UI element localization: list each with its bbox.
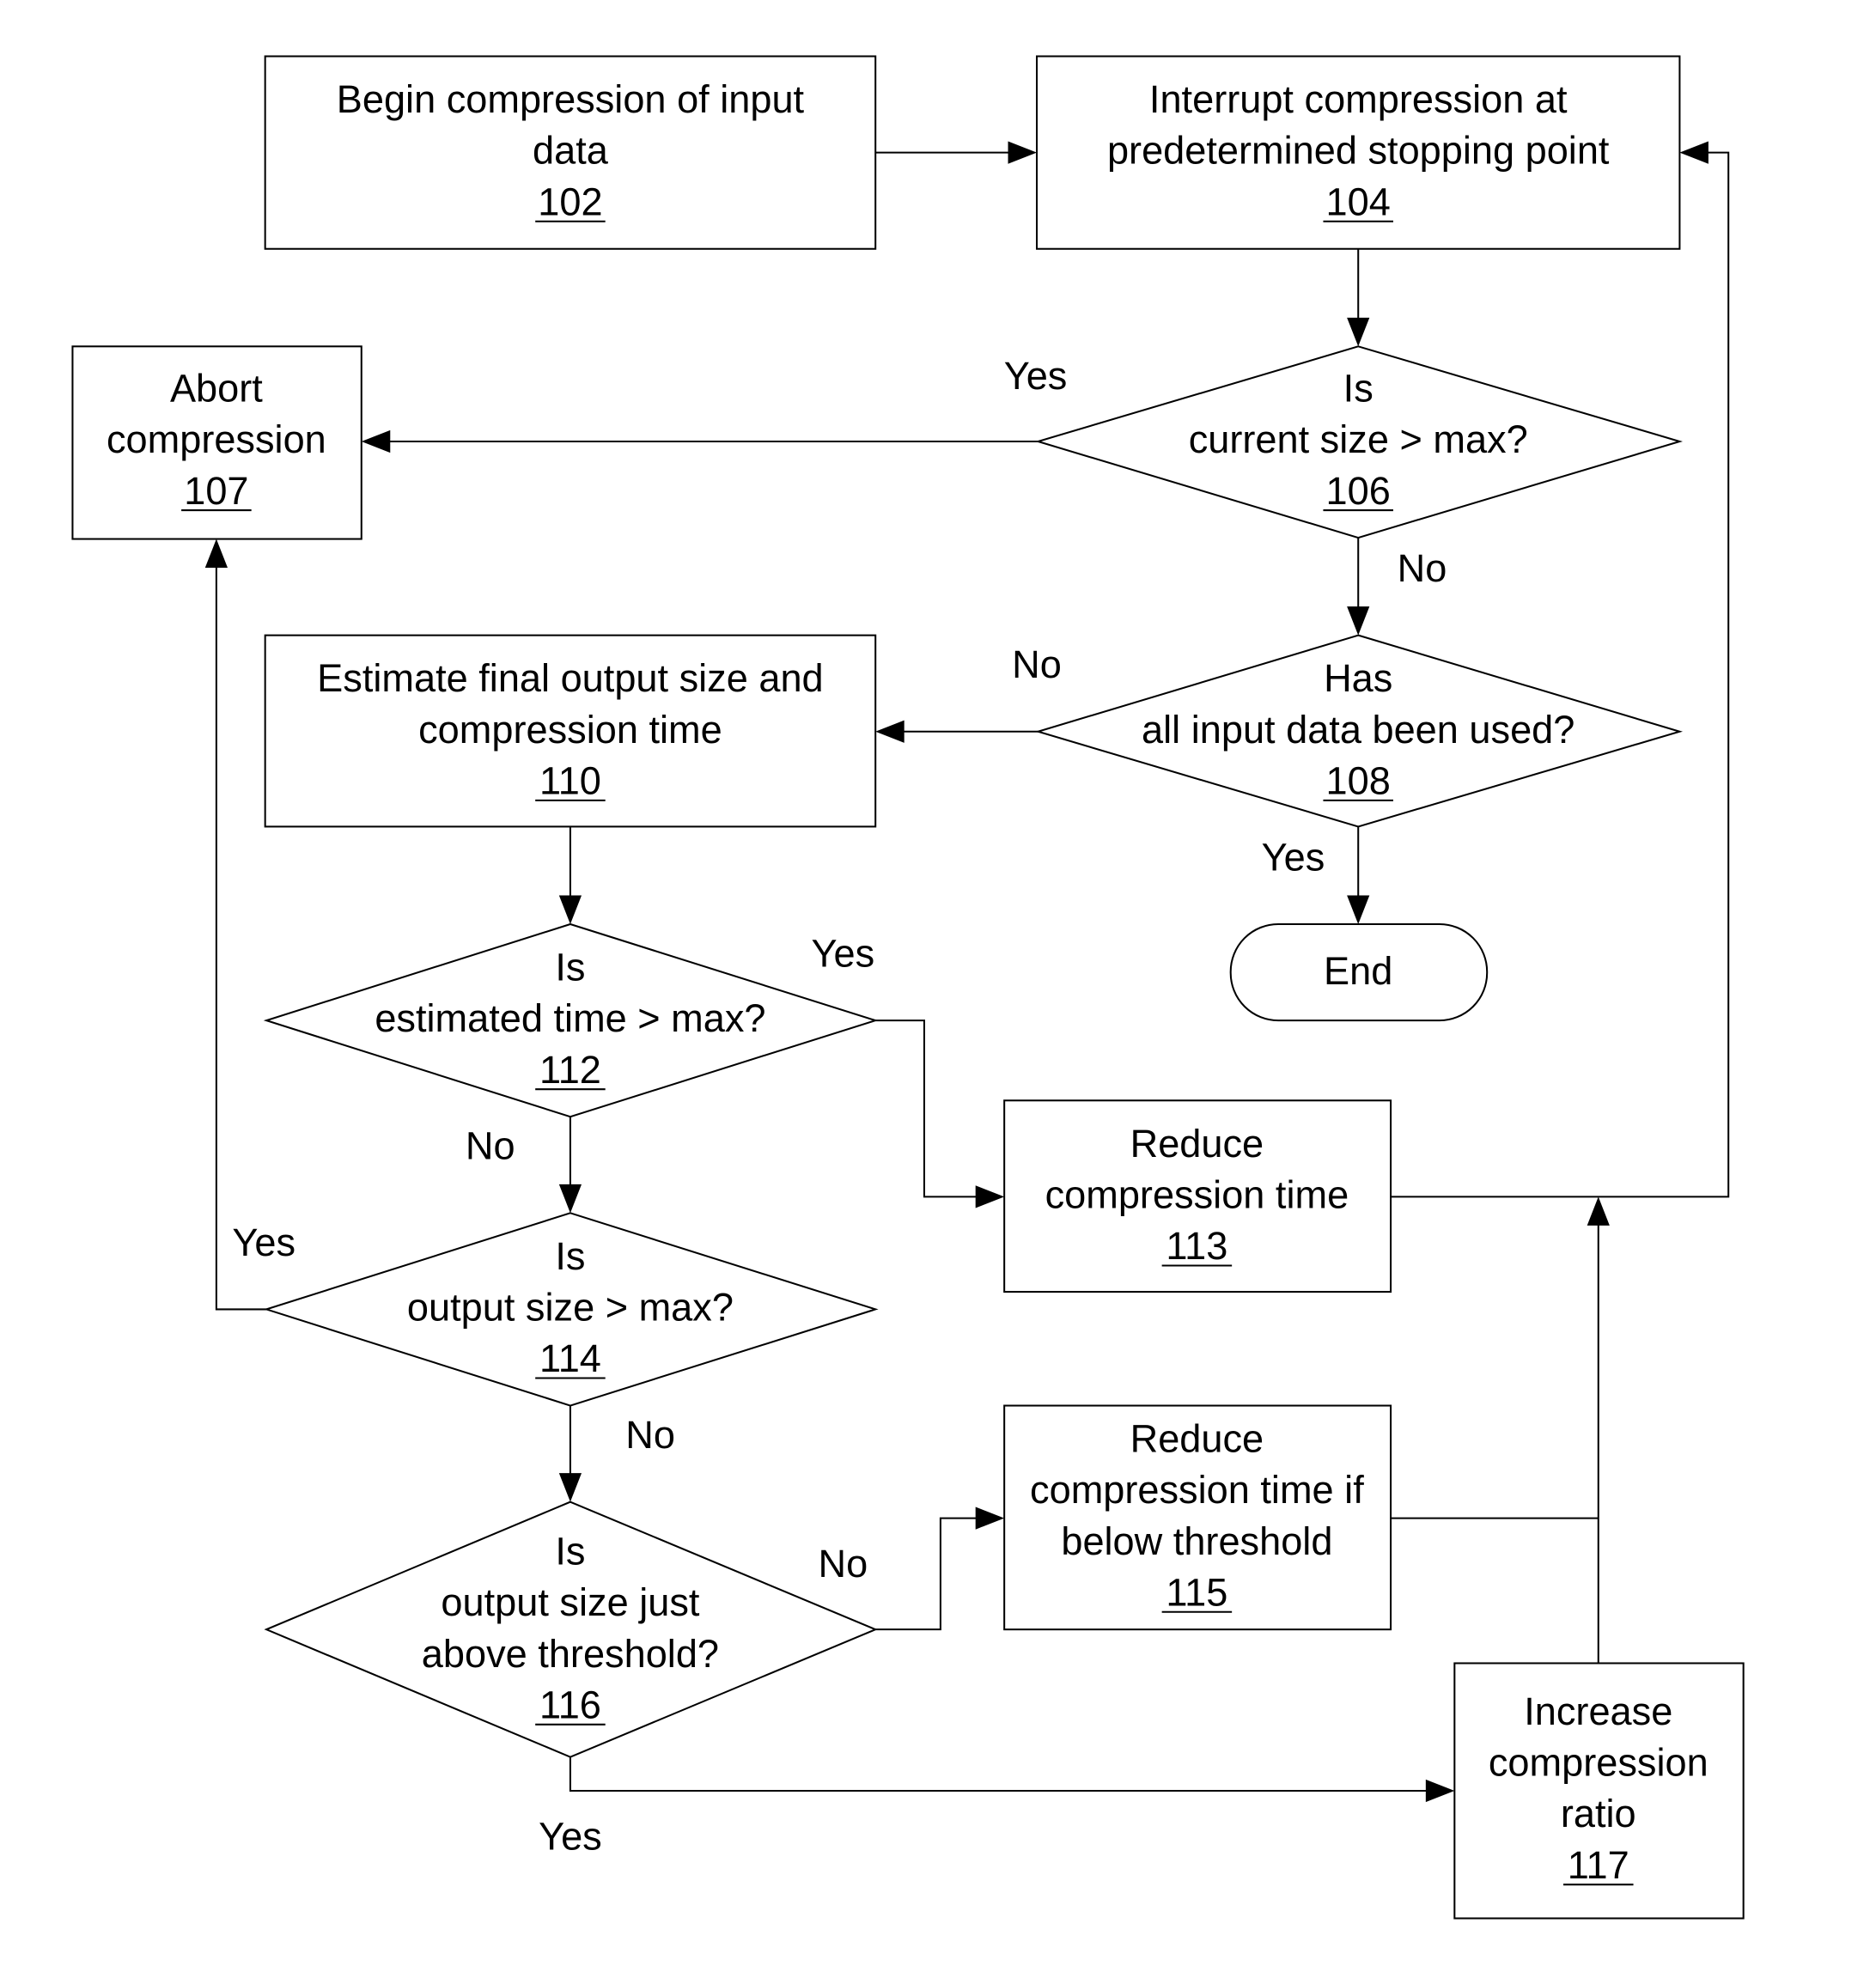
node-106-line-1: Is — [1343, 366, 1374, 410]
edge-label-106-yes: Yes — [1004, 354, 1068, 398]
node-104: Interrupt compression at predetermined s… — [1036, 55, 1681, 250]
arrowhead-107-right — [361, 429, 391, 453]
node-108-line-2: all input data been used? — [1142, 708, 1574, 752]
node-113: Reduce compression time 113 — [1003, 1099, 1392, 1293]
arrowhead-104-right — [1679, 141, 1708, 164]
arrowhead-end-top — [1347, 895, 1370, 924]
node-115-line-1: Reduce — [1130, 1416, 1264, 1460]
node-108-line-1: Has — [1324, 656, 1392, 700]
node-end: End — [1229, 922, 1489, 1022]
arrowhead-107-bottom — [204, 539, 228, 569]
node-102-line-2: data — [533, 129, 609, 173]
node-114-line-1: Is — [555, 1234, 585, 1278]
node-102-ref: 102 — [538, 180, 602, 223]
node-117-line-1: Increase — [1524, 1689, 1672, 1733]
node-115-line-3: below threshold — [1061, 1519, 1332, 1563]
node-112-line-1: Is — [555, 946, 585, 989]
node-117-line-3: ratio — [1561, 1792, 1636, 1835]
node-116-line-2: output size just — [441, 1580, 699, 1624]
node-113-line-1: Reduce — [1130, 1122, 1264, 1166]
edge-114-107 — [215, 556, 267, 1311]
node-115: Reduce compression time if below thresho… — [1003, 1404, 1392, 1631]
arrowhead-108-top — [1347, 606, 1370, 636]
node-104-ref: 104 — [1326, 180, 1391, 223]
arrowhead-113-left — [975, 1185, 1005, 1208]
node-108: Has all input data been used? 108 — [1034, 634, 1683, 828]
node-106-line-2: current size > max? — [1189, 417, 1528, 461]
node-110: Estimate final output size and compressi… — [264, 634, 877, 828]
node-115-ref: 115 — [1166, 1571, 1227, 1615]
node-116: Is output size just above threshold? 116 — [264, 1500, 878, 1758]
node-117-line-2: compression — [1489, 1741, 1708, 1785]
node-115-line-2: compression time if — [1030, 1468, 1364, 1512]
node-116-ref: 116 — [539, 1683, 601, 1727]
node-113-line-2: compression time — [1045, 1172, 1349, 1216]
node-108-ref: 108 — [1326, 759, 1391, 803]
node-112-ref: 112 — [539, 1048, 601, 1092]
node-110-ref: 110 — [539, 759, 601, 803]
node-106-ref: 106 — [1326, 469, 1391, 513]
arrowhead-110-right — [875, 720, 904, 743]
edge-label-108-yes: Yes — [1262, 835, 1325, 879]
edge-116-115 — [875, 1517, 987, 1631]
arrowhead-116-top — [558, 1473, 582, 1502]
edge-label-106-no: No — [1398, 546, 1447, 590]
arrowhead-117-left — [1425, 1779, 1455, 1803]
node-112-line-2: estimated time > max? — [375, 996, 765, 1040]
edge-label-112-yes: Yes — [812, 931, 875, 975]
node-107-ref: 107 — [184, 469, 248, 513]
node-106: Is current size > max? 106 — [1034, 345, 1683, 539]
edge-112-113 — [875, 1020, 987, 1198]
flowchart: Begin compression of input data 102 Inte… — [71, 55, 1745, 1920]
node-104-line-2: predetermined stopping point — [1107, 129, 1610, 173]
edge-label-114-no: No — [625, 1413, 675, 1457]
edge-label-114-yes: Yes — [232, 1220, 295, 1264]
arrowhead-112-top — [558, 895, 582, 924]
edge-label-108-no: No — [1012, 642, 1062, 686]
node-116-line-1: Is — [555, 1529, 585, 1573]
node-104-line-1: Interrupt compression at — [1149, 77, 1568, 121]
arrowhead-106-top — [1347, 317, 1370, 347]
node-113-ref: 113 — [1166, 1224, 1227, 1268]
node-112: Is estimated time > max? 112 — [263, 922, 879, 1118]
node-107: Abort compression 107 — [71, 345, 362, 540]
node-107-line-2: compression — [107, 417, 326, 461]
node-107-line-1: Abort — [170, 366, 263, 410]
node-110-line-1: Estimate final output size and — [317, 656, 823, 700]
arrowhead-merge-up — [1587, 1196, 1610, 1226]
node-114-line-2: output size > max? — [407, 1286, 734, 1330]
node-end-label: End — [1324, 949, 1392, 993]
arrowhead-104-left — [1008, 141, 1038, 164]
edge-116-117 — [569, 1756, 1437, 1793]
node-114: Is output size > max? 114 — [263, 1212, 879, 1407]
arrowhead-115-left — [975, 1506, 1005, 1530]
arrowhead-114-top — [558, 1184, 582, 1214]
node-102: Begin compression of input data 102 — [264, 55, 877, 250]
edge-label-112-no: No — [466, 1124, 515, 1168]
node-116-line-3: above threshold? — [422, 1632, 719, 1676]
node-117: Increase compression ratio 117 — [1453, 1662, 1745, 1920]
node-102-line-1: Begin compression of input — [337, 77, 805, 121]
edge-label-116-no: No — [819, 1542, 868, 1586]
node-114-ref: 114 — [539, 1336, 601, 1380]
node-117-ref: 117 — [1568, 1843, 1629, 1887]
node-110-line-2: compression time — [418, 708, 722, 752]
edge-label-116-yes: Yes — [539, 1814, 602, 1858]
